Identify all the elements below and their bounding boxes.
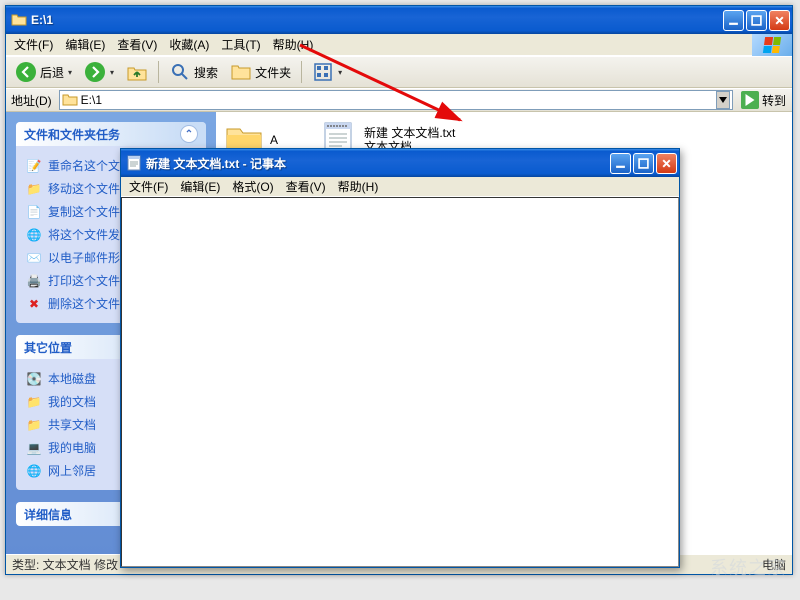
window-buttons	[610, 153, 677, 174]
maximize-button[interactable]	[746, 10, 767, 31]
views-button[interactable]: ▾	[307, 59, 347, 85]
folders-button[interactable]: 文件夹	[225, 59, 296, 85]
notepad-icon	[126, 155, 142, 171]
explorer-titlebar[interactable]: E:\1	[6, 6, 792, 34]
minimize-button[interactable]	[610, 153, 631, 174]
go-button[interactable]: 转到	[737, 89, 790, 111]
close-button[interactable]	[656, 153, 677, 174]
panel-title: 其它位置	[24, 339, 72, 356]
forward-icon	[84, 61, 106, 83]
task-label: 网上邻居	[48, 462, 96, 479]
menu-tools[interactable]: 工具(T)	[215, 33, 266, 56]
explorer-menubar: 文件(F) 编辑(E) 查看(V) 收藏(A) 工具(T) 帮助(H)	[6, 34, 792, 56]
menu-view[interactable]: 查看(V)	[111, 33, 163, 56]
chevron-down-icon: ▾	[68, 68, 72, 77]
toolbar-separator	[158, 61, 159, 83]
panel-title: 文件和文件夹任务	[24, 126, 120, 143]
np-menu-format[interactable]: 格式(O)	[226, 175, 279, 198]
menu-edit[interactable]: 编辑(E)	[59, 33, 111, 56]
task-label: 打印这个文件	[48, 272, 120, 289]
file-name: 新建 文本文档.txt	[364, 126, 455, 140]
go-icon	[741, 91, 759, 109]
back-label: 后退	[40, 64, 64, 81]
task-label: 移动这个文件	[48, 180, 120, 197]
notepad-window: 新建 文本文档.txt - 记事本 文件(F) 编辑(E) 格式(O) 查看(V…	[120, 148, 680, 568]
views-icon	[312, 61, 334, 83]
panel-header[interactable]: 文件和文件夹任务 ⌃	[16, 122, 206, 146]
go-label: 转到	[762, 92, 786, 109]
address-input[interactable]	[81, 93, 716, 107]
back-icon	[15, 61, 37, 83]
address-label: 地址(D)	[8, 92, 55, 109]
menu-file[interactable]: 文件(F)	[8, 33, 59, 56]
minimize-button[interactable]	[723, 10, 744, 31]
menu-help[interactable]: 帮助(H)	[267, 33, 320, 56]
np-menu-view[interactable]: 查看(V)	[280, 175, 332, 198]
rename-icon: 📝	[26, 158, 42, 174]
up-button[interactable]	[121, 59, 153, 85]
status-right: 电脑	[762, 556, 786, 573]
status-text: 类型: 文本文档 修改	[12, 556, 118, 573]
search-icon	[169, 61, 191, 83]
np-menu-edit[interactable]: 编辑(E)	[174, 175, 226, 198]
delete-icon: ✖	[26, 296, 42, 312]
move-icon: 📁	[26, 181, 42, 197]
task-label: 删除这个文件	[48, 295, 120, 312]
up-folder-icon	[126, 61, 148, 83]
email-icon: ✉️	[26, 250, 42, 266]
copy-icon: 📄	[26, 204, 42, 220]
chevron-down-icon: ▾	[338, 68, 342, 77]
panel-title: 详细信息	[24, 506, 72, 523]
collapse-icon[interactable]: ⌃	[180, 125, 198, 143]
disk-icon: 💽	[26, 371, 42, 387]
print-icon: 🖨️	[26, 273, 42, 289]
np-menu-help[interactable]: 帮助(H)	[332, 175, 385, 198]
file-label: A	[270, 133, 278, 147]
maximize-button[interactable]	[633, 153, 654, 174]
forward-button[interactable]: ▾	[79, 59, 119, 85]
folders-label: 文件夹	[255, 64, 291, 81]
task-label: 本地磁盘	[48, 370, 96, 387]
web-icon: 🌐	[26, 227, 42, 243]
folder-icon	[11, 12, 27, 28]
address-dropdown[interactable]	[716, 91, 730, 109]
task-label: 我的文档	[48, 393, 96, 410]
close-button[interactable]	[769, 10, 790, 31]
docs-icon: 📁	[26, 394, 42, 410]
network-icon: 🌐	[26, 463, 42, 479]
address-bar: 地址(D) 转到	[6, 88, 792, 112]
explorer-title: E:\1	[31, 13, 723, 27]
window-buttons	[723, 10, 790, 31]
folder-icon	[62, 92, 78, 108]
folders-icon	[230, 61, 252, 83]
notepad-textarea[interactable]	[121, 197, 679, 567]
address-field[interactable]	[59, 90, 733, 110]
computer-icon: 💻	[26, 440, 42, 456]
windows-logo-icon	[752, 34, 792, 56]
chevron-down-icon: ▾	[110, 68, 114, 77]
task-label: 共享文档	[48, 416, 96, 433]
search-button[interactable]: 搜索	[164, 59, 223, 85]
notepad-menubar: 文件(F) 编辑(E) 格式(O) 查看(V) 帮助(H)	[121, 177, 679, 197]
task-label: 复制这个文件	[48, 203, 120, 220]
back-button[interactable]: 后退 ▾	[10, 59, 77, 85]
notepad-title: 新建 文本文档.txt - 记事本	[146, 155, 610, 172]
notepad-titlebar[interactable]: 新建 文本文档.txt - 记事本	[121, 149, 679, 177]
search-label: 搜索	[194, 64, 218, 81]
menu-fav[interactable]: 收藏(A)	[163, 33, 215, 56]
task-label: 我的电脑	[48, 439, 96, 456]
np-menu-file[interactable]: 文件(F)	[123, 175, 174, 198]
explorer-toolbar: 后退 ▾ ▾ 搜索 文件夹 ▾	[6, 56, 792, 88]
toolbar-separator	[301, 61, 302, 83]
shared-icon: 📁	[26, 417, 42, 433]
